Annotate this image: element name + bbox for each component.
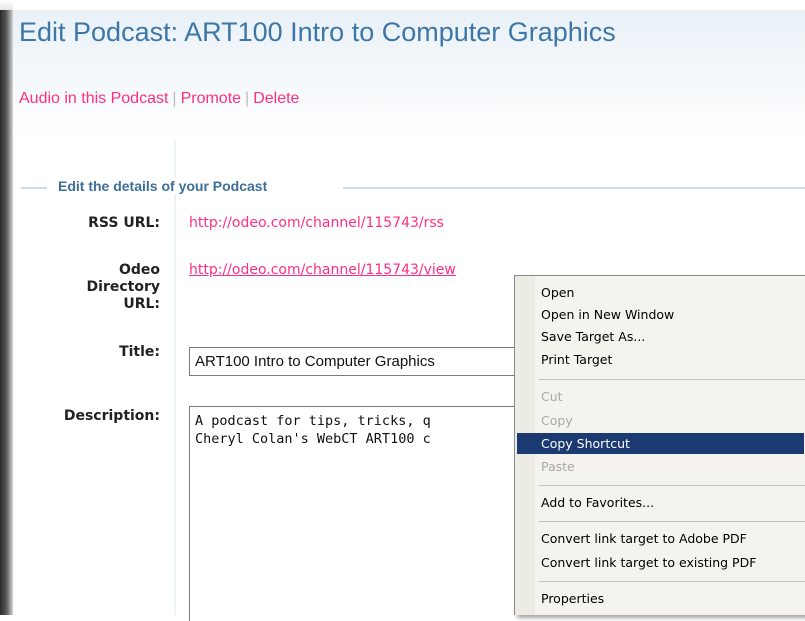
menu-item-copy-shortcut[interactable]: Copy Shortcut <box>517 433 804 454</box>
menu-item-cut[interactable]: Cut <box>517 386 804 407</box>
nav-separator: | <box>172 90 177 107</box>
menu-item-print-target[interactable]: Print Target <box>517 349 804 370</box>
promote-link[interactable]: Promote <box>181 90 241 107</box>
podcast-subnav: Audio in this Podcast | Promote | Delete <box>19 90 299 108</box>
menu-item-add-to-favorites[interactable]: Add to Favorites... <box>517 492 804 513</box>
legend-rule-right <box>343 187 805 189</box>
rss-url-label: RSS URL: <box>88 215 160 231</box>
menu-separator <box>539 521 805 522</box>
context-menu: Open Open in New Window Save Target As..… <box>514 275 805 615</box>
menu-item-paste[interactable]: Paste <box>517 456 804 477</box>
menu-item-copy[interactable]: Copy <box>517 410 804 431</box>
window-left-edge <box>0 0 13 615</box>
menu-separator <box>539 581 805 582</box>
description-label: Description: <box>63 408 160 424</box>
menu-item-open[interactable]: Open <box>517 282 804 303</box>
directory-url-label-line3: URL: <box>123 296 160 312</box>
directory-url-label-line1: Odeo <box>118 262 160 278</box>
page-title: Edit Podcast: ART100 Intro to Computer G… <box>19 17 616 47</box>
rss-url-value[interactable]: http://odeo.com/channel/115743/rss <box>189 215 444 231</box>
directory-url-link[interactable]: http://odeo.com/channel/115743/view <box>189 262 456 278</box>
menu-item-open-new-window[interactable]: Open in New Window <box>517 304 804 325</box>
title-label: Title: <box>119 344 160 360</box>
directory-url-label-line2: Directory <box>86 279 160 295</box>
menu-item-save-target-as[interactable]: Save Target As... <box>517 326 804 347</box>
menu-item-convert-existing-pdf[interactable]: Convert link target to existing PDF <box>517 552 804 573</box>
form-divider <box>174 140 176 615</box>
form-legend: Edit the details of your Podcast <box>52 178 274 194</box>
delete-link[interactable]: Delete <box>253 90 299 107</box>
menu-item-convert-adobe-pdf[interactable]: Convert link target to Adobe PDF <box>517 528 804 549</box>
menu-item-properties[interactable]: Properties <box>517 588 804 609</box>
menu-separator <box>539 485 805 486</box>
menu-separator <box>539 379 805 380</box>
audio-in-podcast-link[interactable]: Audio in this Podcast <box>19 90 168 107</box>
legend-rule-left <box>21 187 47 189</box>
nav-separator: | <box>245 90 250 107</box>
